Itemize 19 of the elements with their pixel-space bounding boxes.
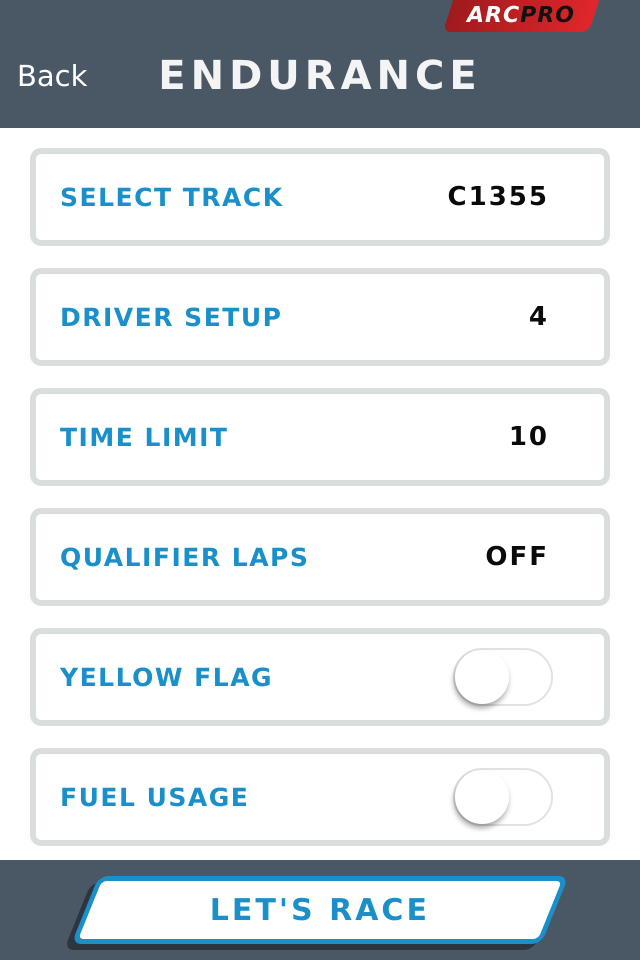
setting-row[interactable]: SELECT TRACK C1355 (30, 148, 610, 246)
back-button[interactable]: Back (0, 59, 88, 93)
toggle-switch[interactable] (453, 648, 553, 706)
setting-value: 10 (508, 422, 549, 452)
setting-label: FUEL USAGE (60, 782, 250, 812)
setting-row[interactable]: QUALIFIER LAPS OFF (30, 508, 610, 606)
setting-value: 4 (528, 302, 549, 332)
setting-row[interactable]: DRIVER SETUP 4 (30, 268, 610, 366)
setting-label: SELECT TRACK (60, 182, 284, 212)
toggle-switch[interactable] (453, 768, 553, 826)
logo: ARCPRO (442, 0, 600, 32)
setting-row[interactable]: TIME LIMIT 10 (30, 388, 610, 486)
setting-value: C1355 (448, 182, 549, 212)
setting-label: DRIVER SETUP (60, 302, 282, 332)
setting-label: QUALIFIER LAPS (60, 542, 310, 572)
setting-label: YELLOW FLAG (60, 662, 274, 692)
page-title: ENDURANCE (158, 56, 482, 96)
setting-label: TIME LIMIT (60, 422, 228, 452)
setting-value: OFF (485, 542, 549, 572)
